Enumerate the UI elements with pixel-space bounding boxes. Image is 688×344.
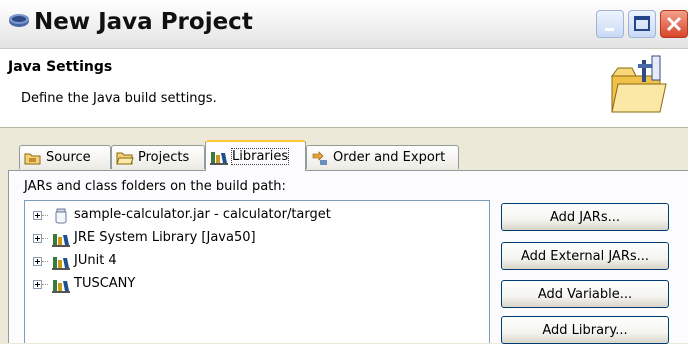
tab-order-and-export[interactable]: Order and Export — [306, 145, 459, 169]
build-path-label: JARs and class folders on the build path… — [24, 179, 286, 194]
java-cup-icon — [9, 14, 29, 27]
library-icon — [52, 280, 70, 293]
window-title-bar[interactable]: New Java Project — [0, 0, 688, 49]
window-title: New Java Project — [34, 9, 253, 35]
new-project-folder-icon — [611, 55, 667, 113]
page-title: Java Settings — [8, 59, 113, 75]
library-icon — [210, 151, 228, 165]
tree-connector — [42, 238, 48, 239]
add-variable-button[interactable]: Add Variable... — [501, 280, 669, 308]
minimize-button[interactable] — [596, 10, 624, 38]
tree-row-label: JRE System Library [Java50] — [74, 230, 256, 245]
expand-icon[interactable] — [33, 234, 42, 243]
tree-row-sample-calculator-jar[interactable]: sample-calculator.jar - calculator/targe… — [25, 206, 485, 226]
maximize-button[interactable] — [628, 10, 656, 38]
library-icon — [52, 234, 70, 247]
order-export-icon — [312, 150, 327, 165]
tree-row-label: TUSCANY — [74, 276, 136, 291]
projects-folder-icon — [116, 152, 134, 164]
tree-row-label: JUnit 4 — [74, 253, 117, 268]
tab-projects-label: Projects — [138, 150, 190, 165]
expand-icon[interactable] — [33, 211, 42, 220]
tab-source-label: Source — [46, 150, 91, 165]
wizard-header: Java Settings Define the Java build sett… — [0, 49, 688, 128]
expand-icon[interactable] — [33, 257, 42, 266]
tree-row-label: sample-calculator.jar - calculator/targe… — [74, 207, 331, 222]
tree-connector — [42, 261, 48, 262]
library-tree[interactable]: sample-calculator.jar - calculator/targe… — [24, 200, 490, 343]
source-folder-icon — [24, 153, 41, 164]
expand-icon[interactable] — [33, 280, 42, 289]
add-external-jars-button[interactable]: Add External JARs... — [501, 242, 669, 270]
maximize-icon — [634, 16, 650, 31]
tree-connector — [42, 215, 48, 216]
tab-bar: Source Projects Libraries Order and Expo… — [0, 140, 688, 171]
tree-connector — [42, 284, 48, 285]
close-icon — [666, 16, 682, 32]
close-button[interactable] — [660, 10, 688, 38]
tab-order-and-export-label: Order and Export — [333, 150, 446, 165]
add-jars-button[interactable]: Add JARs... — [501, 203, 669, 231]
library-icon — [52, 257, 70, 270]
tree-row-tuscany[interactable]: TUSCANY — [25, 275, 485, 295]
tab-source[interactable]: Source — [19, 145, 111, 169]
jar-file-icon — [55, 208, 67, 224]
tab-projects[interactable]: Projects — [111, 145, 205, 169]
tab-libraries-label: Libraries — [230, 148, 290, 165]
tab-libraries[interactable]: Libraries — [205, 140, 306, 171]
tree-row-junit-4[interactable]: JUnit 4 — [25, 252, 485, 272]
tree-row-jre-system-library[interactable]: JRE System Library [Java50] — [25, 229, 485, 249]
add-library-button[interactable]: Add Library... — [501, 316, 669, 344]
minimize-icon — [605, 28, 614, 31]
page-description: Define the Java build settings. — [21, 91, 217, 106]
